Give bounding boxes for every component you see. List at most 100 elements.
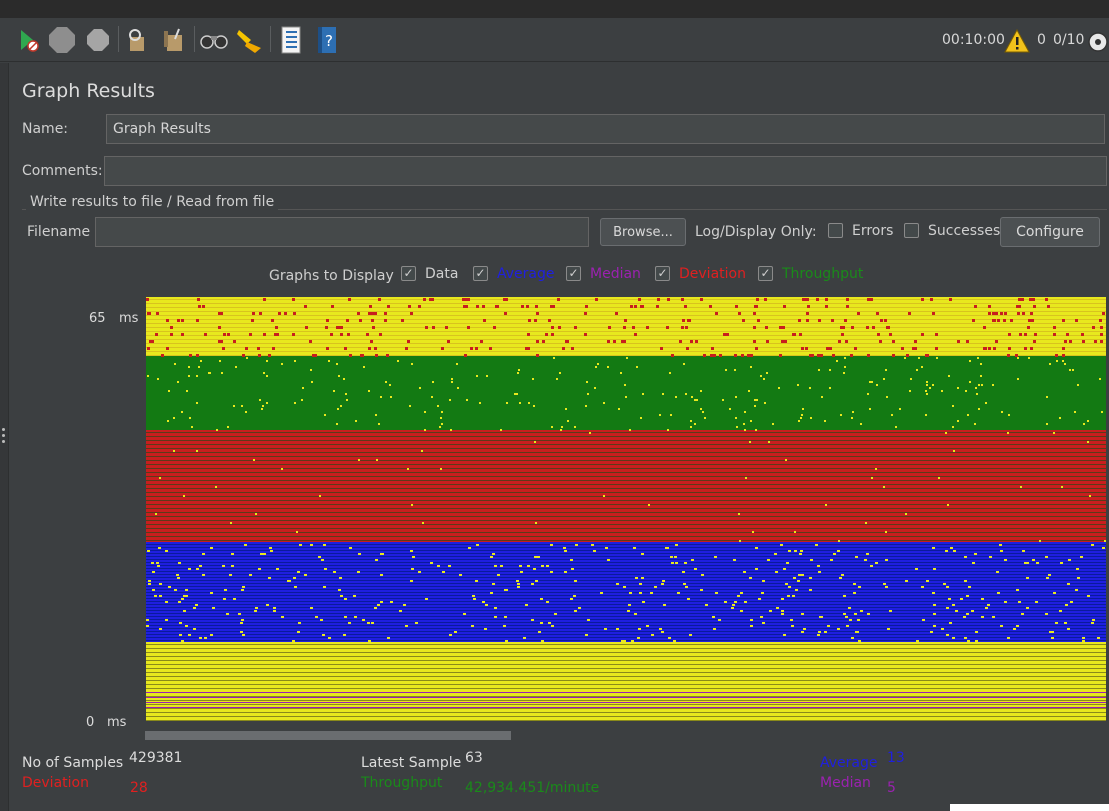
deviation-label: Deviation xyxy=(22,775,89,791)
filename-field[interactable] xyxy=(95,217,589,247)
data-point xyxy=(559,372,561,374)
data-point xyxy=(700,589,703,591)
data-point xyxy=(560,429,562,431)
data-point xyxy=(210,547,213,549)
data-point xyxy=(380,601,383,603)
deviation-point xyxy=(259,312,262,315)
data-point xyxy=(1021,613,1024,615)
data-point xyxy=(749,441,751,443)
deviation-point xyxy=(242,354,245,357)
data-point xyxy=(871,477,873,479)
data-point xyxy=(1026,562,1029,564)
data-point xyxy=(668,637,671,639)
left-splitter[interactable] xyxy=(0,63,9,811)
deviation-point xyxy=(521,305,524,308)
deviation-point xyxy=(204,333,207,336)
deviation-point xyxy=(974,305,977,308)
clear-button[interactable] xyxy=(124,26,152,54)
data-point xyxy=(883,583,886,585)
data-point xyxy=(255,607,258,609)
data-point xyxy=(952,637,955,639)
errors-checkbox[interactable] xyxy=(828,223,843,238)
deviation-point xyxy=(992,312,995,315)
data-point xyxy=(713,628,716,630)
configure-button[interactable]: Configure xyxy=(1000,217,1100,247)
start-no-pauses-button[interactable] xyxy=(14,26,42,54)
data-point xyxy=(1056,360,1058,362)
data-point xyxy=(1087,441,1089,443)
data-point xyxy=(948,375,950,377)
stop-button[interactable] xyxy=(48,26,76,54)
search-button[interactable] xyxy=(200,26,228,54)
successes-checkbox[interactable] xyxy=(904,223,919,238)
data-point xyxy=(921,586,924,588)
deviation-point xyxy=(371,319,374,322)
deviation-point xyxy=(709,305,712,308)
data-point xyxy=(925,390,927,392)
data-point xyxy=(240,622,243,624)
data-point xyxy=(999,544,1002,546)
data-point xyxy=(933,625,936,627)
data-point xyxy=(188,375,190,377)
data-point xyxy=(242,634,245,636)
data-point xyxy=(964,637,967,639)
data-point xyxy=(424,411,426,413)
comments-field[interactable] xyxy=(104,156,1107,186)
data-point xyxy=(810,559,813,561)
data-point xyxy=(946,634,949,636)
data-point xyxy=(1067,583,1070,585)
data-point xyxy=(281,363,283,365)
data-point xyxy=(918,357,920,359)
data-point xyxy=(1016,625,1019,627)
data-point xyxy=(967,640,970,642)
latest-sample-label: Latest Sample xyxy=(361,755,462,771)
data-point xyxy=(224,589,227,591)
graph-data-checkbox[interactable]: ✓ xyxy=(401,266,416,281)
deviation-row xyxy=(146,500,1106,501)
browse-button[interactable]: Browse... xyxy=(600,218,686,246)
data-point xyxy=(185,625,188,627)
deviation-row xyxy=(146,472,1106,473)
data-point xyxy=(921,366,923,368)
data-point xyxy=(1070,601,1073,603)
graph-deviation-label: Deviation xyxy=(679,266,746,282)
graph-median-checkbox[interactable]: ✓ xyxy=(566,266,581,281)
data-point xyxy=(240,631,243,633)
deviation-point xyxy=(274,333,277,336)
data-point xyxy=(223,598,226,600)
deviation-point xyxy=(765,326,768,329)
clear-all-button[interactable] xyxy=(160,26,188,54)
shutdown-button[interactable] xyxy=(84,26,112,54)
data-point xyxy=(953,550,956,552)
deviation-point xyxy=(463,305,466,308)
deviation-point xyxy=(783,305,786,308)
function-helper-button[interactable] xyxy=(277,26,305,54)
data-point xyxy=(288,580,291,582)
reset-search-button[interactable] xyxy=(235,26,263,54)
deviation-row xyxy=(146,440,1106,441)
name-field[interactable]: Graph Results xyxy=(106,114,1105,144)
graph-average-checkbox[interactable]: ✓ xyxy=(473,266,488,281)
deviation-point xyxy=(566,340,569,343)
deviation-point xyxy=(326,347,329,350)
warning-log-button[interactable] xyxy=(1003,27,1031,55)
data-point xyxy=(651,634,654,636)
data-point xyxy=(199,637,202,639)
data-point xyxy=(857,619,860,621)
graph-throughput-checkbox[interactable]: ✓ xyxy=(758,266,773,281)
graph-horizontal-scrollbar[interactable] xyxy=(145,731,511,740)
data-point xyxy=(795,589,798,591)
data-point xyxy=(1091,622,1094,624)
deviation-point xyxy=(857,312,860,315)
deviation-row xyxy=(146,436,1106,437)
data-point xyxy=(337,408,339,410)
data-point xyxy=(411,568,414,570)
data-point xyxy=(514,393,516,395)
data-point xyxy=(340,595,343,597)
deviation-point xyxy=(542,340,545,343)
graph-deviation-checkbox[interactable]: ✓ xyxy=(655,266,670,281)
data-point xyxy=(183,610,186,612)
data-point xyxy=(625,396,627,398)
help-button[interactable]: ? xyxy=(313,26,341,54)
data-point xyxy=(387,637,390,639)
